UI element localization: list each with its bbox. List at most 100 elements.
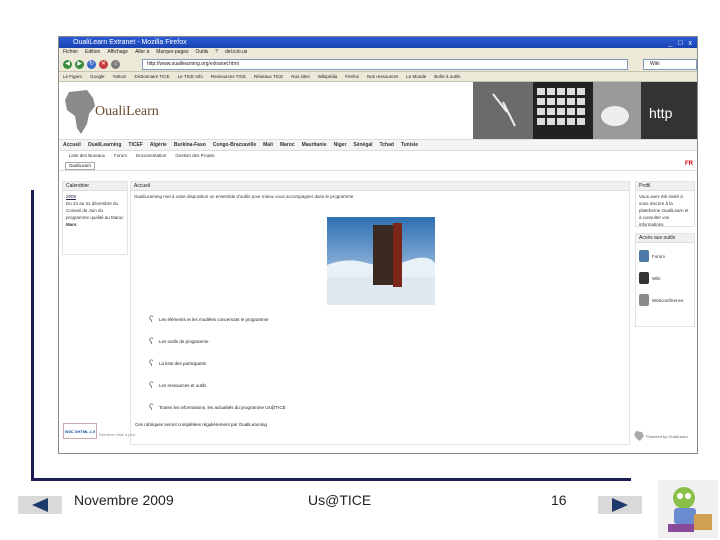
nav-link[interactable]: Tunisie — [401, 140, 418, 150]
bookmark-item[interactable]: Le Monde — [406, 72, 426, 81]
profile-panel: Profil Vous avez été invité à vous inscr… — [635, 181, 695, 227]
bookmark-item[interactable]: Yahoo! — [113, 72, 127, 81]
site-sub-nav: Liste des Bureaux Forum Documentation Ge… — [59, 151, 697, 160]
mascot-icon — [658, 480, 718, 538]
bullet-icon: ʕ — [149, 358, 154, 368]
tool-wiki-link[interactable]: Wiki — [639, 267, 691, 289]
bookmark-item[interactable]: Le TICE Info — [178, 72, 203, 81]
slide-frame-bottom — [31, 478, 631, 481]
profile-text: Vous avez été invité à vous inscrire à l… — [639, 194, 689, 227]
list-item: ʕ Les outils de programme — [149, 336, 209, 346]
back-icon[interactable]: ◀ — [63, 59, 72, 69]
bookmark-item[interactable]: Wikipédia — [318, 72, 338, 81]
window-title: OualiLearn Extranet - Mozilla Firefox — [73, 39, 187, 46]
bookmarks-toolbar: Le Figaro Google Yahoo! Dictionnaire TIC… — [59, 72, 697, 82]
window-controls[interactable]: _ □ x — [668, 38, 694, 49]
language-flag-icon[interactable]: FR — [685, 161, 693, 167]
w3c-badge[interactable]: W3C XHTML 1.0 — [63, 423, 97, 439]
nav-link[interactable]: Mauritanie — [302, 140, 327, 150]
search-input[interactable]: Wiki — [643, 59, 697, 70]
home-icon[interactable]: ⌂ — [111, 59, 120, 69]
bookmark-item[interactable]: Réseaux TICE — [254, 72, 283, 81]
site-logo-text[interactable]: OualiLearn — [95, 104, 159, 120]
bookmark-item[interactable]: Dictionnaire TICE — [134, 72, 169, 81]
nav-link[interactable]: Burkina-Faso — [174, 140, 206, 150]
nav-link[interactable]: Congo-Brazzaville — [213, 140, 256, 150]
tools-panel-title: Accès aux outils — [636, 234, 694, 243]
nav-link[interactable]: Maroc — [280, 140, 295, 150]
arrow-right-icon — [612, 498, 628, 512]
nav-link[interactable]: TICEF — [128, 140, 142, 150]
bookmark-item[interactable]: Nos ressources — [367, 72, 398, 81]
africa-logo-icon — [65, 90, 95, 134]
bullet-icon: ʕ — [149, 402, 154, 412]
bookmark-item[interactable]: Firefox — [345, 72, 359, 81]
menu-item[interactable]: Marque-pages — [156, 48, 188, 57]
banner-collage-image: http — [473, 82, 697, 139]
tools-panel: Accès aux outils Forum Wiki Webconférenc… — [635, 233, 695, 327]
menu-item[interactable]: Edition — [85, 48, 100, 57]
home-panel-title: Accueil — [131, 182, 629, 191]
svg-text:http: http — [649, 105, 673, 121]
calendar-panel: Calendrier 2009 Du 24 au 31 décembre du … — [62, 181, 128, 255]
subnav-link[interactable]: Forum — [114, 151, 127, 160]
nav-link[interactable]: Sénégal — [353, 140, 372, 150]
menu-item[interactable]: Aller à — [135, 48, 149, 57]
door-photo-image — [327, 217, 435, 305]
stop-icon[interactable]: ✕ — [99, 59, 108, 69]
bookmark-item[interactable]: Le Figaro — [63, 72, 82, 81]
breadcrumb-row: OualiLearn FR — [59, 160, 697, 171]
webconference-icon — [639, 294, 649, 306]
tool-webconference-link[interactable]: Webconférence — [639, 289, 691, 311]
oualilearn-logo-icon — [634, 431, 644, 441]
feature-list: ʕ Les éléments et les modèles concernant … — [149, 308, 609, 418]
menu-item[interactable]: ? — [215, 48, 218, 57]
profile-panel-title: Profil — [636, 182, 694, 191]
list-item: ʕ La liste des participants — [149, 358, 207, 368]
calendar-date-link[interactable]: 2009 — [66, 193, 124, 200]
list-item: ʕ Toutes les informations, les actualités… — [149, 402, 286, 412]
menu-item[interactable]: Outils — [196, 48, 209, 57]
menu-bar: Fichier Edition Affichage Aller à Marque… — [59, 48, 697, 57]
nav-link[interactable]: Algérie — [150, 140, 167, 150]
bookmark-item[interactable]: Boîte à outils — [434, 72, 460, 81]
site-footer-note: Dernière mise à jour — [99, 432, 136, 437]
nav-link[interactable]: Mali — [263, 140, 273, 150]
nav-link[interactable]: Tchad — [380, 140, 394, 150]
list-item: ʕ Les ressources et outils — [149, 380, 207, 390]
site-main-nav: Accueil OualiLearning TICEF Algérie Burk… — [59, 139, 697, 151]
slide-title-footer: Us@TICE — [308, 492, 372, 508]
list-item: ʕ Les éléments et les modèles concernant … — [149, 314, 269, 324]
forward-icon[interactable]: ▶ — [75, 59, 84, 69]
next-slide-button[interactable] — [598, 496, 642, 514]
home-panel: Accueil OualiLearning met à votre dispos… — [130, 181, 630, 445]
forum-icon — [639, 250, 649, 262]
calendar-panel-title: Calendrier — [63, 182, 127, 191]
menu-item[interactable]: Affichage — [107, 48, 128, 57]
calendar-footer-text: Mars — [66, 222, 77, 227]
nav-link[interactable]: Niger — [334, 140, 347, 150]
menu-item[interactable]: Fichier — [63, 48, 78, 57]
tool-forum-link[interactable]: Forum — [639, 245, 691, 267]
slide-frame-left — [31, 190, 34, 480]
nav-link[interactable]: Accueil — [63, 140, 81, 150]
previous-slide-button[interactable] — [18, 496, 62, 514]
browser-titlebar: OualiLearn Extranet - Mozilla Firefox _ … — [59, 37, 697, 48]
subnav-link[interactable]: Documentation — [136, 151, 166, 160]
site-credit: Powered by OualiLearn — [634, 431, 688, 441]
breadcrumb[interactable]: OualiLearn — [65, 162, 96, 170]
subnav-link[interactable]: Gestion des Projets — [175, 151, 214, 160]
bullet-icon: ʕ — [149, 380, 154, 390]
navigation-toolbar: ◀ ▶ ↻ ✕ ⌂ http://www.oualilearning.org/e… — [59, 57, 697, 72]
subnav-link[interactable]: Liste des Bureaux — [69, 151, 105, 160]
bookmark-item[interactable]: Ressources TICE — [211, 72, 246, 81]
nav-link[interactable]: OualiLearning — [88, 140, 122, 150]
bookmark-item[interactable]: Google — [90, 72, 105, 81]
slide-date: Novembre 2009 — [74, 492, 174, 508]
calendar-event-text: Du 24 au 31 décembre du Conseil de Juin … — [66, 201, 124, 220]
address-bar[interactable]: http://www.oualilearning.org/extranet.ht… — [142, 59, 628, 70]
reload-icon[interactable]: ↻ — [87, 59, 96, 69]
arrow-left-icon — [32, 498, 48, 512]
menu-item[interactable]: del.icio.us — [225, 48, 247, 57]
bookmark-item[interactable]: Nos sites — [291, 72, 310, 81]
